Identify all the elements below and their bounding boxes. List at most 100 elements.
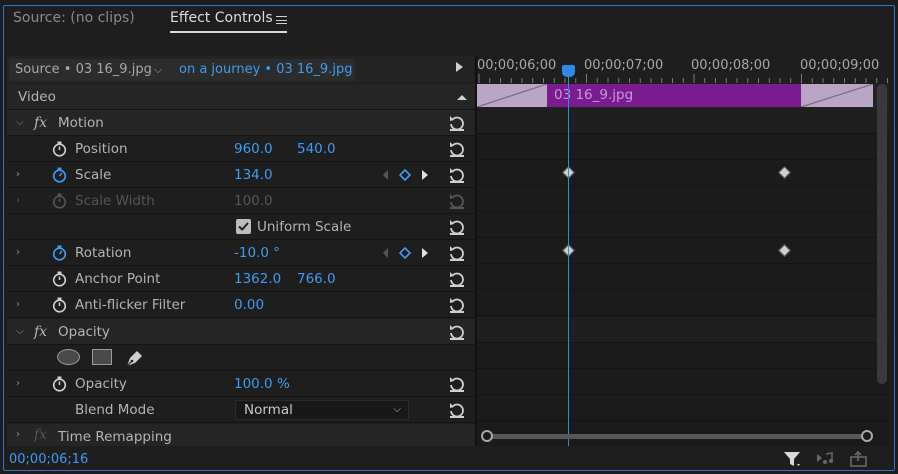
- opacity-effect-label: Opacity: [58, 324, 110, 340]
- clip-selector[interactable]: Source • 03 16_9.jpg ⌵ on a journey • 03…: [9, 59, 355, 81]
- timeline-lane-opacity-header: [477, 317, 889, 343]
- position-x-value[interactable]: 960.0: [234, 136, 273, 162]
- timeline-lane-blend-mode: [477, 395, 889, 421]
- uniform-scale-label: Uniform Scale: [257, 219, 352, 235]
- zoom-handle-right[interactable]: [861, 430, 873, 442]
- blend-mode-value: Normal: [244, 402, 293, 418]
- property-row-anchor-point: Anchor Point 1362.0 766.0: [7, 266, 475, 292]
- chevron-down-icon[interactable]: ⌵: [154, 59, 162, 81]
- opacity-label: Opacity: [75, 376, 127, 392]
- chevron-right-icon[interactable]: ›: [16, 371, 20, 397]
- keyframe-navigator[interactable]: [382, 169, 434, 181]
- property-row-rotation: › Rotation -10.0 °: [7, 240, 475, 266]
- ruler-timecode: 00;00;09;00: [800, 58, 880, 73]
- rotation-label: Rotation: [75, 245, 132, 261]
- play-audio-icon[interactable]: [816, 450, 836, 468]
- panel-menu-icon[interactable]: [276, 16, 287, 24]
- playhead-line: [568, 70, 569, 446]
- reset-icon[interactable]: [448, 375, 466, 393]
- ruler-ticks: [478, 74, 888, 83]
- reset-icon[interactable]: [448, 244, 466, 262]
- timeline-lane-motion: [477, 108, 889, 134]
- zoom-track[interactable]: [488, 434, 868, 439]
- ellipse-mask-icon[interactable]: [57, 349, 80, 365]
- keyframe[interactable]: [778, 244, 791, 257]
- stopwatch-icon[interactable]: [52, 376, 67, 392]
- reset-icon[interactable]: [448, 323, 466, 341]
- chevron-right-icon[interactable]: ›: [16, 424, 20, 446]
- uniform-scale-checkbox[interactable]: [236, 219, 251, 234]
- chevron-down-icon: ⌵: [393, 404, 401, 415]
- scale-width-label: Scale Width: [75, 193, 155, 209]
- export-icon[interactable]: [849, 450, 869, 468]
- stopwatch-icon[interactable]: [52, 297, 67, 313]
- current-timecode[interactable]: 00;00;06;16: [9, 452, 88, 467]
- timeline-lane-anti-flicker: [477, 290, 889, 316]
- clip-handle-right: [801, 84, 873, 107]
- video-header-label: Video: [18, 89, 56, 105]
- property-row-blend-mode: Blend Mode Normal ⌵: [7, 397, 475, 423]
- tab-source[interactable]: Source: (no clips): [13, 7, 135, 29]
- vertical-scrollbar[interactable]: [877, 84, 887, 384]
- stopwatch-active-icon[interactable]: [52, 167, 67, 183]
- reset-icon[interactable]: [448, 270, 466, 288]
- rectangle-mask-icon[interactable]: [92, 349, 112, 365]
- playhead-handle[interactable]: [562, 65, 575, 77]
- pen-mask-icon[interactable]: [124, 347, 146, 369]
- stopwatch-icon[interactable]: [52, 271, 67, 287]
- filter-icon[interactable]: [783, 450, 803, 468]
- reset-icon[interactable]: [448, 218, 466, 236]
- clip[interactable]: 03 16_9.jpg: [547, 84, 801, 107]
- position-label: Position: [75, 141, 128, 157]
- reset-icon[interactable]: [448, 140, 466, 158]
- rotation-value[interactable]: -10.0 °: [234, 240, 280, 266]
- timeline-lane-anchor-point: [477, 264, 889, 290]
- show-timeline-toggle-icon[interactable]: [456, 62, 463, 72]
- stopwatch-active-icon[interactable]: [52, 245, 67, 261]
- scale-width-value: 100.0: [234, 193, 273, 209]
- effect-row-motion[interactable]: ⌵ fx Motion: [7, 110, 475, 136]
- timeline-lane-scale-width: [477, 186, 889, 212]
- reset-icon[interactable]: [448, 401, 466, 419]
- ruler-timecode: 00;00;07;00: [584, 58, 664, 73]
- blend-mode-label: Blend Mode: [75, 402, 155, 418]
- reset-icon[interactable]: [448, 166, 466, 184]
- chevron-right-icon[interactable]: ›: [16, 292, 20, 318]
- chevron-down-icon[interactable]: ⌵: [16, 110, 24, 136]
- timeline-zoom-scrollbar[interactable]: [481, 429, 873, 443]
- anchor-point-label: Anchor Point: [75, 271, 161, 287]
- keyframe-timeline[interactable]: 00;00;06;00 00;00;07;00 00;00;08;00 00;0…: [477, 56, 889, 446]
- tab-effect-controls[interactable]: Effect Controls: [170, 7, 277, 29]
- anti-flicker-value[interactable]: 0.00: [234, 292, 264, 318]
- effect-row-opacity[interactable]: ⌵ fx Opacity: [7, 319, 475, 345]
- video-section-header: Video: [7, 84, 475, 110]
- zoom-handle-left[interactable]: [481, 430, 493, 442]
- fx-toggle-icon[interactable]: fx: [34, 319, 47, 345]
- anti-flicker-label: Anti-flicker Filter: [75, 297, 186, 313]
- active-tab-underline: [170, 31, 287, 33]
- stopwatch-disabled-icon: [52, 193, 67, 209]
- anchor-y-value[interactable]: 766.0: [297, 266, 336, 292]
- chevron-right-icon[interactable]: ›: [16, 240, 20, 266]
- position-y-value[interactable]: 540.0: [297, 136, 336, 162]
- scale-value[interactable]: 134.0: [234, 162, 273, 188]
- reset-icon[interactable]: [448, 114, 466, 132]
- stopwatch-icon[interactable]: [52, 141, 67, 157]
- reset-disabled-icon: [450, 194, 464, 209]
- keyframe[interactable]: [778, 166, 791, 179]
- ruler-timecode: 00;00;06;00: [477, 58, 557, 73]
- blend-mode-dropdown[interactable]: Normal ⌵: [235, 400, 409, 420]
- property-row-anti-flicker: › Anti-flicker Filter 0.00: [7, 292, 475, 318]
- effect-row-time-remapping[interactable]: › fx Time Remapping: [7, 424, 475, 446]
- fx-toggle-icon[interactable]: fx: [34, 110, 47, 136]
- keyframe-navigator[interactable]: [382, 247, 434, 259]
- anchor-x-value[interactable]: 1362.0: [234, 266, 281, 292]
- reset-icon[interactable]: [448, 296, 466, 314]
- opacity-value[interactable]: 100.0 %: [234, 371, 290, 397]
- sequence-clip-link[interactable]: on a journey • 03 16_9.jpg: [179, 59, 352, 81]
- chevron-right-icon[interactable]: ›: [16, 162, 20, 188]
- time-ruler[interactable]: 00;00;06;00 00;00;07;00 00;00;08;00 00;0…: [477, 56, 889, 84]
- chevron-down-icon[interactable]: ⌵: [16, 319, 24, 345]
- collapse-up-icon[interactable]: [456, 93, 468, 101]
- property-row-uniform-scale: Uniform Scale: [7, 214, 475, 240]
